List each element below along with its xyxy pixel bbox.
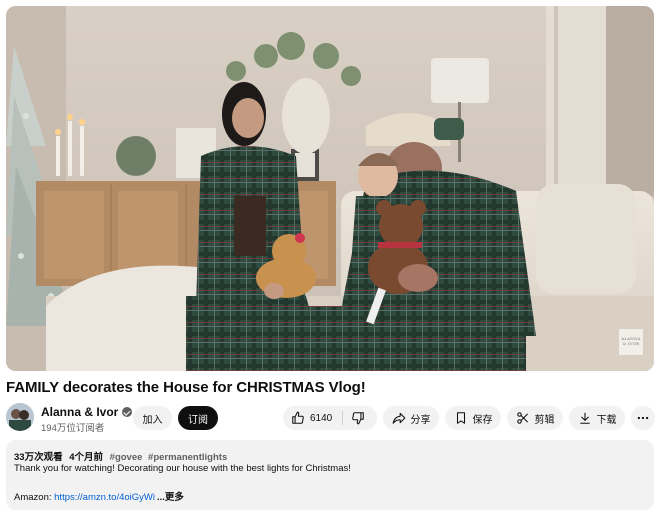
video-frame: [6, 6, 654, 371]
show-more-button[interactable]: ...更多: [156, 492, 184, 503]
channel-name[interactable]: Alanna & Ivor: [41, 405, 118, 419]
video-title: FAMILY decorates the House for CHRISTMAS…: [6, 379, 366, 396]
description-box[interactable]: 33万次观看 4个月前 #govee #permanentlights Than…: [6, 440, 654, 510]
description-text: Thank you for watching! Decorating our h…: [14, 463, 351, 474]
dislike-button[interactable]: [351, 411, 365, 425]
like-dislike-group: 6140: [283, 406, 377, 430]
channel-avatar[interactable]: [6, 403, 34, 431]
download-label: 下载: [596, 414, 617, 426]
amazon-label: Amazon:: [14, 492, 55, 503]
clip-button[interactable]: 剪辑: [507, 406, 563, 430]
join-button[interactable]: 加入: [133, 406, 172, 430]
upload-date: 4个月前: [69, 452, 104, 463]
scissors-icon: [516, 412, 528, 424]
verified-icon: [122, 407, 133, 417]
like-button[interactable]: 6140: [291, 411, 332, 425]
save-icon: [456, 412, 465, 424]
join-label: 加入: [142, 414, 163, 426]
subscriber-count: 194万位订阅者: [41, 423, 105, 434]
description-meta: 33万次观看 4个月前 #govee #permanentlights: [14, 449, 227, 463]
share-button[interactable]: 分享: [383, 406, 439, 430]
hashtag-link[interactable]: #govee: [110, 452, 143, 463]
download-icon: [579, 412, 590, 424]
clip-label: 剪辑: [534, 414, 555, 426]
more-icon: [637, 416, 649, 420]
thumbs-up-icon: [292, 411, 304, 424]
hashtags: #govee #permanentlights: [110, 452, 228, 463]
more-actions-button[interactable]: [631, 406, 655, 430]
share-icon: [392, 412, 405, 424]
description-amazon-line: Amazon: https://amzn.to/4oiGyWi ...更多: [14, 489, 184, 503]
view-count: 33万次观看: [14, 452, 63, 463]
video-player[interactable]: ALANNA & IVOR: [6, 6, 654, 371]
share-label: 分享: [410, 414, 431, 426]
channel-watermark: ALANNA & IVOR: [618, 328, 644, 356]
subscribe-label: 订阅: [188, 414, 208, 426]
download-button[interactable]: 下载: [569, 406, 625, 430]
save-label: 保存: [472, 414, 493, 426]
save-button[interactable]: 保存: [445, 406, 501, 430]
like-count: 6140: [310, 412, 333, 424]
amazon-link[interactable]: https://amzn.to/4oiGyWi: [54, 492, 155, 503]
hashtag-link[interactable]: #permanentlights: [148, 452, 227, 463]
subscribe-button[interactable]: 订阅: [178, 406, 218, 430]
like-divider: [342, 411, 343, 425]
channel-name-row[interactable]: Alanna & Ivor: [41, 405, 133, 419]
thumbs-down-icon: [352, 412, 364, 425]
avatar-image: [6, 403, 34, 431]
